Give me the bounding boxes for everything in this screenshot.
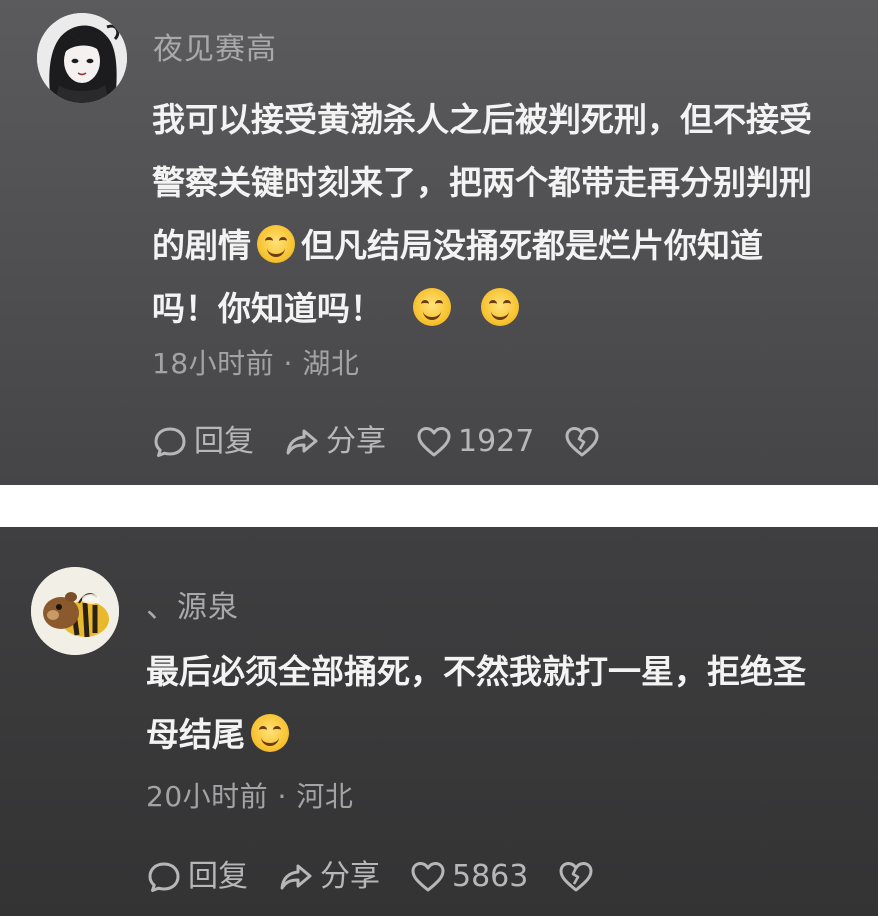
comment-text: 最后必须全部捅死，不然我就打一星，拒绝圣 母结尾 (146, 640, 864, 766)
dislike-button[interactable] (564, 424, 606, 460)
user-avatar[interactable] (37, 13, 127, 103)
dislike-button[interactable] (558, 859, 600, 895)
reply-label: 回复 (194, 424, 254, 459)
username[interactable]: 、源泉 (146, 582, 239, 626)
comment-line-text: 的剧情 (152, 226, 251, 265)
comment-line: 的剧情 但凡结局没捅死都是烂片你知道 (152, 214, 867, 277)
comment-line-text: 母结尾 (146, 715, 245, 754)
share-label: 分享 (320, 859, 380, 894)
reply-button[interactable]: 回复 (152, 422, 254, 462)
share-arrow-icon (280, 864, 312, 890)
comment-meta: 20小时前 · 河北 (146, 780, 354, 813)
comment-card: 、源泉 最后必须全部捅死，不然我就打一星，拒绝圣 母结尾 20小时前 · 河北 … (0, 527, 878, 916)
comment-bubble-icon (148, 862, 180, 892)
comment-actions: 回复 分享 1927 (152, 422, 636, 462)
comment-line: 最后必须全部捅死，不然我就打一星，拒绝圣 (146, 652, 806, 691)
like-button[interactable]: 1927 (416, 422, 534, 462)
like-count: 1927 (458, 424, 535, 459)
share-label: 分享 (326, 424, 386, 459)
comment-line: 母结尾 (146, 703, 864, 766)
smiling-face-icon (481, 288, 519, 326)
smiling-face-icon (413, 288, 451, 326)
smiling-face-icon (251, 714, 289, 752)
comment-meta: 18小时前 · 湖北 (152, 347, 360, 380)
broken-heart-icon (559, 862, 593, 892)
avatar-illustration (37, 13, 127, 103)
like-button[interactable]: 5863 (410, 857, 528, 897)
user-avatar[interactable] (31, 567, 119, 655)
heart-icon (411, 862, 445, 892)
like-count: 5863 (452, 859, 529, 894)
share-arrow-icon (286, 429, 318, 455)
smiling-face-icon (257, 225, 295, 263)
comment-text: 我可以接受黄渤杀人之后被判死刑，但不接受 警察关键时刻来了，把两个都带走再分别判… (152, 88, 867, 340)
comment-card: 夜见赛高 我可以接受黄渤杀人之后被判死刑，但不接受 警察关键时刻来了，把两个都带… (0, 0, 878, 485)
avatar-illustration (31, 567, 119, 655)
comment-line: 警察关键时刻来了，把两个都带走再分别判刑 (152, 163, 812, 202)
comment-line-text: 但凡结局没捅死都是烂片你知道 (301, 226, 763, 265)
username[interactable]: 夜见赛高 (153, 24, 277, 68)
comment-line: 吗！你知道吗！ (152, 277, 867, 340)
comment-bubble-icon (154, 427, 186, 457)
share-button[interactable]: 分享 (278, 857, 380, 897)
heart-icon (417, 427, 451, 457)
share-button[interactable]: 分享 (284, 422, 386, 462)
comment-line-text: 吗！你知道吗！ (152, 289, 383, 328)
reply-button[interactable]: 回复 (146, 857, 248, 897)
comment-line: 我可以接受黄渤杀人之后被判死刑，但不接受 (152, 100, 812, 139)
reply-label: 回复 (188, 859, 248, 894)
broken-heart-icon (565, 427, 599, 457)
comment-actions: 回复 分享 5863 (146, 857, 630, 897)
